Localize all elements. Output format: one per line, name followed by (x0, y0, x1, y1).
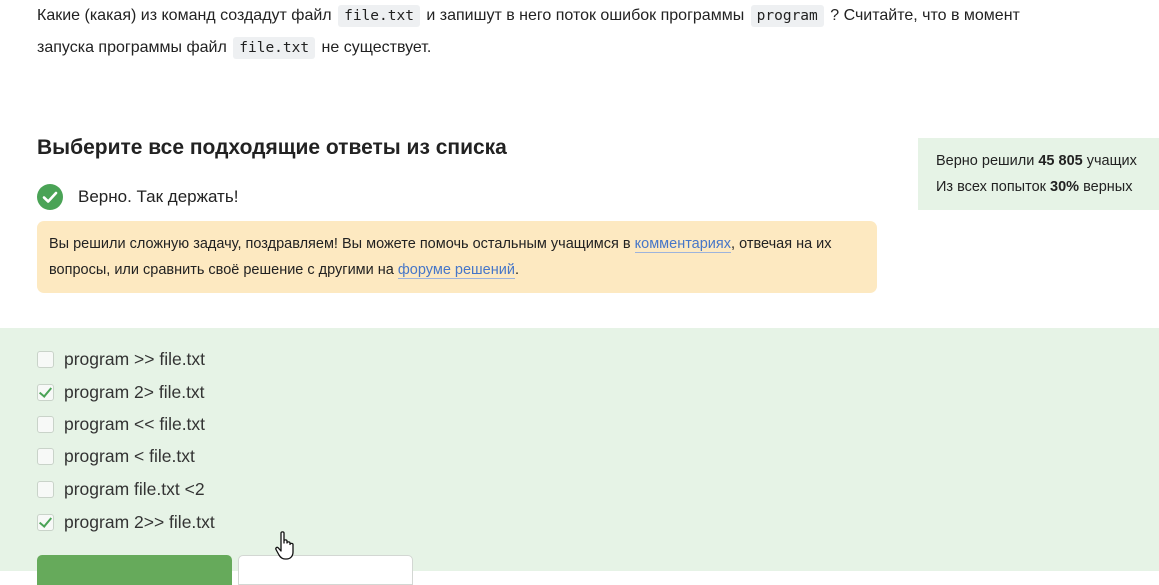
question-text: Какие (какая) из команд создадут файл fi… (37, 0, 1159, 64)
check-circle-icon (37, 184, 63, 210)
solutions-forum-link[interactable]: форуме решений (397, 262, 515, 279)
stats-solved: Верно решили 45 805 учащих (936, 148, 1159, 174)
code-filename: file.txt (338, 5, 420, 27)
question-text-part: не существует. (321, 39, 432, 56)
stats-correct-rate: Из всех попыток 30% верных (936, 174, 1159, 200)
answers-heading: Выберите все подходящие ответы из списка (37, 136, 507, 159)
stats-label: Из всех попыток (936, 179, 1051, 195)
code-program: program (750, 5, 824, 27)
option-item[interactable]: program << file.txt (37, 414, 205, 435)
status-message: Верно. Так держать! (37, 184, 238, 210)
question-line-1: Какие (какая) из команд создадут файл fi… (37, 0, 1159, 32)
stats-solved-count: 45 805 (1038, 153, 1083, 169)
stats-panel: Верно решили 45 805 учащих Из всех попыт… (918, 138, 1159, 210)
checkbox[interactable] (37, 514, 54, 531)
option-label: program << file.txt (64, 414, 206, 434)
question-text-part: Какие (какая) из команд создадут файл (37, 7, 332, 24)
secondary-button[interactable] (238, 555, 413, 585)
option-label: program file.txt <2 (64, 479, 205, 499)
question-text-part: и запишут в него поток ошибок программы (426, 7, 745, 24)
checkbox[interactable] (37, 481, 54, 498)
submit-button[interactable] (37, 555, 232, 585)
question-line-2: запуска программы файл file.txt не сущес… (37, 32, 1159, 64)
hand-pointer-icon (274, 530, 298, 562)
question-text-part: ? Считайте, что в момент (830, 7, 1020, 24)
stats-label: учащих (1082, 153, 1137, 169)
option-label: program 2>> file.txt (64, 512, 215, 532)
status-text: Верно. Так держать! (78, 187, 239, 206)
option-item[interactable]: program 2> file.txt (37, 382, 205, 403)
checkbox[interactable] (37, 384, 54, 401)
option-item[interactable]: program file.txt <2 (37, 479, 205, 500)
checkbox[interactable] (37, 351, 54, 368)
option-label: program < file.txt (64, 446, 195, 466)
checkbox[interactable] (37, 448, 54, 465)
stats-correct-percent: 30% (1050, 179, 1080, 195)
congrats-text: Вы решили сложную задачу, поздравляем! В… (49, 236, 635, 252)
code-filename: file.txt (233, 37, 316, 59)
answer-options: program >> file.txt program 2> file.txt … (0, 328, 1159, 571)
option-label: program 2> file.txt (64, 382, 205, 402)
option-label: program >> file.txt (64, 349, 206, 369)
stats-label: Верно решили (936, 153, 1039, 169)
option-item[interactable]: program < file.txt (37, 446, 195, 467)
option-item[interactable]: program >> file.txt (37, 349, 205, 370)
checkbox[interactable] (37, 416, 54, 433)
option-item[interactable]: program 2>> file.txt (37, 512, 215, 533)
comments-link[interactable]: комментариях (634, 236, 732, 253)
congrats-text: . (514, 262, 519, 278)
stats-label: верных (1079, 179, 1133, 195)
congrats-box: Вы решили сложную задачу, поздравляем! В… (37, 221, 877, 293)
question-text-part: запуска программы файл (37, 39, 227, 56)
